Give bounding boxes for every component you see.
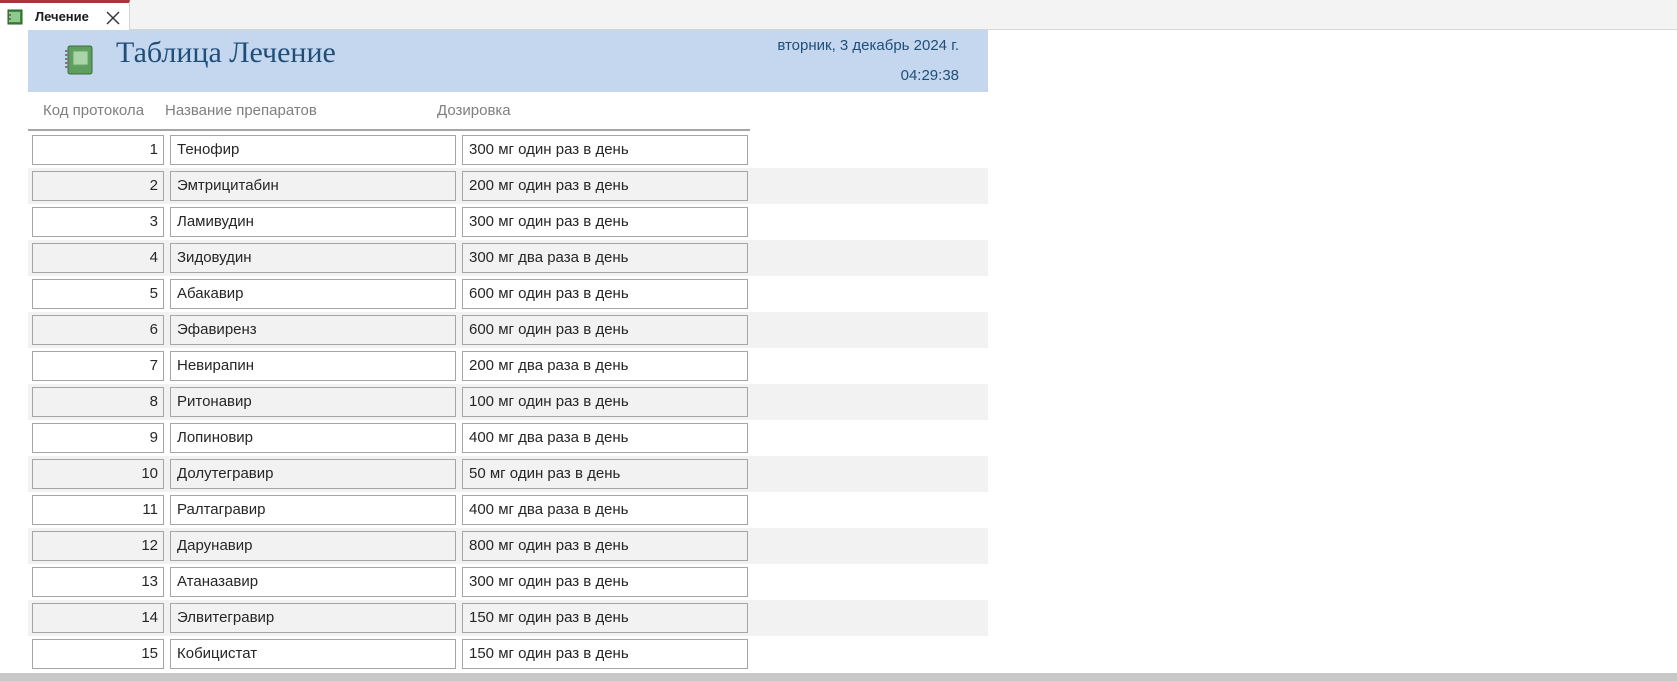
dosage-cell[interactable]: 150 мг один раз в день: [462, 639, 748, 669]
drug-name-cell[interactable]: Долутегравир: [170, 459, 456, 489]
table-row: 7 Невирапин 200 мг два раза в день: [28, 348, 988, 384]
document-tab-bar: Лечение: [0, 0, 1677, 30]
protocol-code-cell[interactable]: 12: [32, 531, 164, 561]
protocol-code-cell[interactable]: 15: [32, 639, 164, 669]
table-row: 12 Дарунавир 800 мг один раз в день: [28, 528, 988, 564]
protocol-code-cell[interactable]: 2: [32, 171, 164, 201]
table-row: 8 Ритонавир 100 мг один раз в день: [28, 384, 988, 420]
dosage-cell[interactable]: 300 мг один раз в день: [462, 135, 748, 165]
column-header-drug-name: Название препаратов: [165, 102, 317, 119]
tab-label: Лечение: [35, 9, 89, 24]
dosage-cell[interactable]: 400 мг два раза в день: [462, 495, 748, 525]
table-row: 9 Лопиновир 400 мг два раза в день: [28, 420, 988, 456]
dosage-cell[interactable]: 150 мг один раз в день: [462, 603, 748, 633]
dosage-cell[interactable]: 800 мг один раз в день: [462, 531, 748, 561]
drug-name-cell[interactable]: Элвитегравир: [170, 603, 456, 633]
drug-name-cell[interactable]: Тенофир: [170, 135, 456, 165]
drug-name-cell[interactable]: Абакавир: [170, 279, 456, 309]
tab-lechenie[interactable]: Лечение: [0, 0, 130, 30]
report-time: 04:29:38: [900, 67, 959, 84]
table-row: 5 Абакавир 600 мг один раз в день: [28, 276, 988, 312]
column-header-protocol-code: Код протокола: [43, 102, 145, 119]
drug-name-cell[interactable]: Невирапин: [170, 351, 456, 381]
dosage-cell[interactable]: 400 мг два раза в день: [462, 423, 748, 453]
drug-name-cell[interactable]: Дарунавир: [170, 531, 456, 561]
protocol-code-cell[interactable]: 11: [32, 495, 164, 525]
protocol-code-cell[interactable]: 13: [32, 567, 164, 597]
horizontal-scrollbar[interactable]: [0, 673, 1677, 681]
protocol-code-cell[interactable]: 3: [32, 207, 164, 237]
drug-name-cell[interactable]: Лопиновир: [170, 423, 456, 453]
drug-name-cell[interactable]: Эмтрицитабин: [170, 171, 456, 201]
protocol-code-cell[interactable]: 14: [32, 603, 164, 633]
report-title: Таблица Лечение: [116, 36, 336, 69]
table-row: 15 Кобицистат 150 мг один раз в день: [28, 636, 988, 672]
report-icon: [7, 9, 23, 25]
table-row: 13 Атаназавир 300 мг один раз в день: [28, 564, 988, 600]
table-row: 2 Эмтрицитабин 200 мг один раз в день: [28, 168, 988, 204]
table-row: 11 Ралтагравир 400 мг два раза в день: [28, 492, 988, 528]
drug-name-cell[interactable]: Ламивудин: [170, 207, 456, 237]
report-view: Таблица Лечение вторник, 3 декабрь 2024 …: [28, 30, 988, 670]
dosage-cell[interactable]: 300 мг один раз в день: [462, 207, 748, 237]
report-header: Таблица Лечение вторник, 3 декабрь 2024 …: [28, 30, 988, 92]
drug-name-cell[interactable]: Кобицистат: [170, 639, 456, 669]
protocol-code-cell[interactable]: 7: [32, 351, 164, 381]
dosage-cell[interactable]: 300 мг один раз в день: [462, 567, 748, 597]
protocol-code-cell[interactable]: 6: [32, 315, 164, 345]
table-row: 4 Зидовудин 300 мг два раза в день: [28, 240, 988, 276]
protocol-code-cell[interactable]: 10: [32, 459, 164, 489]
report-date: вторник, 3 декабрь 2024 г.: [777, 37, 959, 54]
drug-name-cell[interactable]: Ралтагравир: [170, 495, 456, 525]
dosage-cell[interactable]: 200 мг два раза в день: [462, 351, 748, 381]
table-row: 6 Эфавиренз 600 мг один раз в день: [28, 312, 988, 348]
protocol-code-cell[interactable]: 5: [32, 279, 164, 309]
notebook-icon: [64, 44, 94, 76]
column-header-dosage: Дозировка: [437, 102, 511, 119]
dosage-cell[interactable]: 600 мг один раз в день: [462, 315, 748, 345]
protocol-code-cell[interactable]: 1: [32, 135, 164, 165]
drug-name-cell[interactable]: Атаназавир: [170, 567, 456, 597]
report-rows: 1 Тенофир 300 мг один раз в день 2 Эмтри…: [28, 132, 988, 672]
table-row: 10 Долутегравир 50 мг один раз в день: [28, 456, 988, 492]
drug-name-cell[interactable]: Зидовудин: [170, 243, 456, 273]
dosage-cell[interactable]: 300 мг два раза в день: [462, 243, 748, 273]
protocol-code-cell[interactable]: 9: [32, 423, 164, 453]
close-icon[interactable]: [106, 11, 120, 25]
drug-name-cell[interactable]: Ритонавир: [170, 387, 456, 417]
protocol-code-cell[interactable]: 8: [32, 387, 164, 417]
dosage-cell[interactable]: 200 мг один раз в день: [462, 171, 748, 201]
header-divider: [28, 129, 750, 131]
dosage-cell[interactable]: 600 мг один раз в день: [462, 279, 748, 309]
table-row: 3 Ламивудин 300 мг один раз в день: [28, 204, 988, 240]
dosage-cell[interactable]: 100 мг один раз в день: [462, 387, 748, 417]
table-row: 14 Элвитегравир 150 мг один раз в день: [28, 600, 988, 636]
dosage-cell[interactable]: 50 мг один раз в день: [462, 459, 748, 489]
table-row: 1 Тенофир 300 мг один раз в день: [28, 132, 988, 168]
protocol-code-cell[interactable]: 4: [32, 243, 164, 273]
drug-name-cell[interactable]: Эфавиренз: [170, 315, 456, 345]
